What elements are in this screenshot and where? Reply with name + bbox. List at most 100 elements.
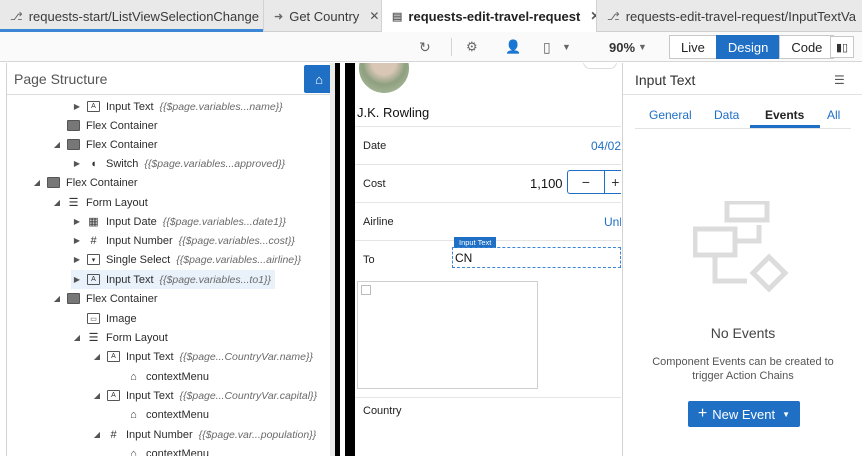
sidebar-toggle-icon: ▮▯ [835,41,849,54]
panel-divider [7,94,334,95]
form-row-cost: Cost 1,100 − + [355,164,621,202]
decrement-button[interactable]: − [568,171,605,193]
user-role-icon[interactable]: 👤 [505,39,521,55]
properties-panel-toggle-button[interactable]: ▮▯ [830,36,854,58]
live-mode-button[interactable]: Live [669,35,717,59]
date-field[interactable]: 04/02 [591,139,621,153]
tree-node-label: Flex Container [86,119,158,132]
app-window: ⎇ requests-start/ListViewSelectionChange… [0,0,862,456]
tab-general[interactable]: General [649,108,692,122]
tree-node[interactable]: ⌂ contextMenu [111,444,209,456]
hamburger-menu-icon[interactable]: ☰ [834,73,845,87]
collapse-caret-icon[interactable]: ▶ [71,217,83,226]
context-menu-icon: ⌂ [130,447,137,456]
tree-node[interactable]: ◢ ☰ Form Layout [51,193,148,212]
tab-input-text-value[interactable]: ⎇ requests-edit-travel-request/InputText… [597,0,862,32]
cost-value[interactable]: 1,100 [530,176,563,191]
tab-label: requests-start/ListViewSelectionChange [28,8,259,24]
tree-node[interactable]: Flex Container [51,116,158,135]
zoom-level[interactable]: 90% [609,40,635,55]
tree-node[interactable]: ▶ ▦ Input Date {{$page.variables...date1}} [71,212,286,231]
tree-node-label: Flex Container [86,292,158,305]
tree-node-binding: {{$page.variables...date1}} [162,215,286,228]
chevron-down-icon[interactable]: ▼ [562,42,571,52]
designer-toolbar: ↻ ⚙ 👤 ▯ ▼ 90% ▼ Live Design Code ▮▯ [0,32,862,62]
refresh-icon[interactable]: ↻ [419,39,431,56]
tree-node-binding: {{$page.variables...airline}} [176,253,302,266]
airline-select[interactable]: Unl [604,215,621,229]
close-icon[interactable]: ✕ [369,9,379,23]
tree-node[interactable]: ▶ ▾ Single Select {{$page.variables...airli… [71,250,301,269]
expand-caret-icon[interactable]: ◢ [91,352,103,361]
flex-container-icon [67,293,80,304]
image-broken-icon [361,285,371,295]
tree-node-label: Input Text [126,389,174,402]
country-label: Country [363,405,402,417]
tree-node[interactable]: ⌂ contextMenu [111,367,209,386]
tab-events[interactable]: Events [765,108,804,122]
tab-list-view-selection-change[interactable]: ⎇ requests-start/ListViewSelectionChange… [0,0,264,32]
tree-node[interactable]: ◢ # Input Number {{$page.var...population}} [91,425,316,444]
tree-node[interactable]: ◢ Flex Container [31,173,138,192]
tree-node-label: contextMenu [146,370,209,383]
cost-stepper: − + [567,170,621,194]
collapse-caret-icon[interactable]: ▶ [71,236,83,245]
empty-state-title: No Events [710,325,776,341]
tab-label: Get Country [289,8,360,24]
flex-container-icon [67,139,80,150]
tree-node-label: Input Number [106,234,173,247]
form-row-country: Country [355,397,621,449]
tree-node[interactable]: ▶ A Input Text {{$page.variables...to1}} [71,270,276,289]
tree-node[interactable]: ◢ Flex Container [51,135,158,154]
form-row-date: Date 04/02 [355,126,621,164]
action-chain-illustration-icon [693,201,789,293]
panel-divider [623,94,862,95]
tree-node[interactable]: ◢ ☰ Form Layout [71,328,168,347]
audit-icon[interactable]: ⚙ [466,39,478,55]
tree-node[interactable]: ◢ A Input Text {{$page...CountryVar.capital… [91,386,317,405]
form-row-airline: Airline Unl [355,202,621,240]
tree-node[interactable]: ◢ Flex Container [51,289,158,308]
tab-data[interactable]: Data [714,108,739,122]
tree-node-binding: {{$page...CountryVar.name}} [179,350,314,363]
close-icon[interactable]: ✕ [590,9,596,23]
new-event-button[interactable]: + New Event ▼ [688,401,800,427]
tree-node[interactable]: ▭ Image [71,309,137,328]
tab-edit-travel-request[interactable]: ▤ requests-edit-travel-request ✕ [382,0,597,32]
tab-label: requests-edit-travel-request/InputTextVa [625,8,856,24]
tree-node[interactable]: ⌂ contextMenu [111,405,209,424]
collapse-caret-icon[interactable]: ▶ [71,102,83,111]
expand-caret-icon[interactable]: ◢ [71,333,83,342]
avatar[interactable] [357,63,411,95]
tree-node-label: Input Text [126,350,174,363]
select-icon: ▾ [87,254,100,265]
chevron-down-icon[interactable]: ▼ [638,42,647,52]
expand-caret-icon[interactable]: ◢ [51,140,63,149]
date-label: Date [363,140,387,152]
expand-caret-icon[interactable]: ◢ [51,198,63,207]
expand-caret-icon[interactable]: ◢ [51,294,63,303]
tree-node-label: Input Number [126,428,193,441]
collapse-caret-icon[interactable]: ▶ [71,275,83,284]
tree-node[interactable]: ◢ A Input Text {{$page...CountryVar.name}} [91,347,313,366]
collapse-caret-icon[interactable]: ▶ [71,255,83,264]
expand-caret-icon[interactable]: ◢ [31,178,43,187]
to-input-field[interactable]: CN [452,247,621,268]
expand-caret-icon[interactable]: ◢ [91,391,103,400]
tree-node[interactable]: ▶ ◖ Switch {{$page.variables...approved}} [71,154,285,173]
tab-get-country[interactable]: ➜ Get Country ✕ [264,0,382,32]
image-placeholder[interactable] [357,281,538,389]
tree-node-label: contextMenu [146,447,209,456]
increment-button[interactable]: + [605,171,621,193]
expand-caret-icon[interactable]: ◢ [91,430,103,439]
collapse-caret-icon[interactable]: ▶ [71,159,83,168]
design-mode-button[interactable]: Design [715,35,781,59]
code-mode-button[interactable]: Code [779,35,835,59]
approved-switch[interactable] [583,63,617,69]
tab-all[interactable]: All [827,108,840,122]
tree-node-label: Switch [106,157,139,170]
device-phone-icon[interactable]: ▯ [543,39,551,56]
text-field-icon: A [107,390,120,401]
tree-node[interactable]: ▶ # Input Number {{$page.variables...cost}} [71,231,295,250]
tree-node[interactable]: ▶ A Input Text {{$page.variables...name}} [71,97,283,116]
